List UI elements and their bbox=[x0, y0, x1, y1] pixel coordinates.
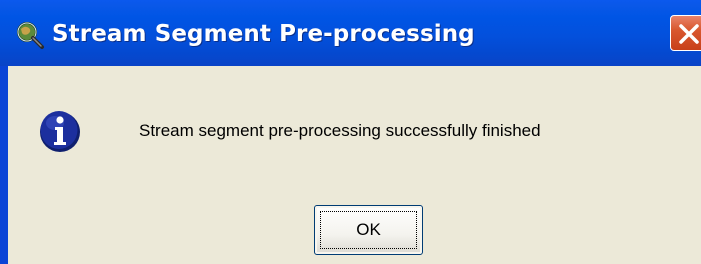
close-button[interactable] bbox=[670, 15, 701, 51]
message-dialog: Stream Segment Pre-processing Stream seg… bbox=[0, 0, 701, 264]
dialog-message: Stream segment pre-processing successful… bbox=[139, 121, 541, 140]
info-icon bbox=[39, 109, 81, 153]
focus-rectangle: OK bbox=[320, 211, 417, 249]
magnifier-globe-icon bbox=[12, 20, 46, 50]
ok-button-label: OK bbox=[356, 220, 381, 239]
title-bar[interactable]: Stream Segment Pre-processing bbox=[0, 0, 701, 66]
ok-button[interactable]: OK bbox=[314, 205, 423, 255]
window-title: Stream Segment Pre-processing bbox=[52, 21, 475, 47]
